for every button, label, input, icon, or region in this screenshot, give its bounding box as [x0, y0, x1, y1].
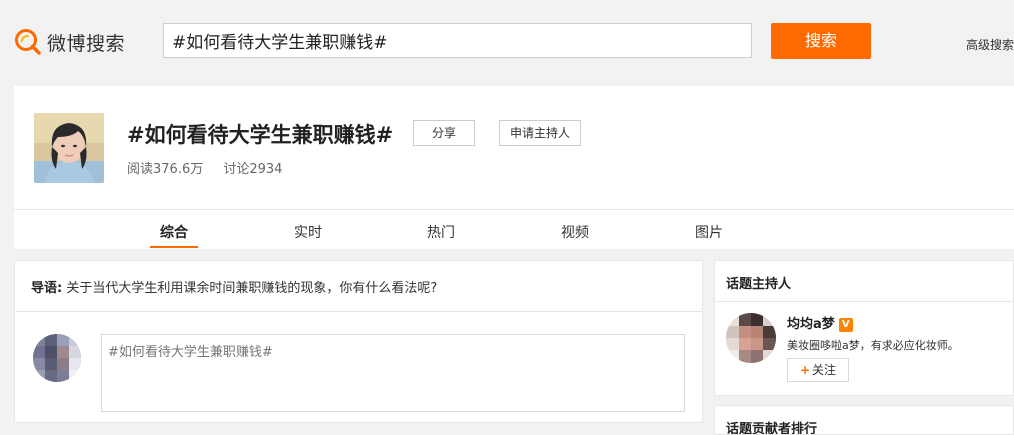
topic-stats: 阅读376.6万 讨论2934 [127, 158, 298, 177]
contributor-ranking-title: 话题贡献者排行 [726, 422, 818, 435]
pixelated-host-avatar-image [726, 313, 776, 363]
follow-label: 关注 [812, 363, 837, 377]
tab-images[interactable]: 图片 [695, 222, 723, 242]
verified-badge-icon: V [838, 318, 853, 332]
topic-cover-image[interactable] [34, 113, 104, 183]
main-feed-card: 导语: 关于当代大学生利用课余时间兼职赚钱的现象，你有什么看法呢? [14, 260, 703, 423]
topic-guide: 导语: 关于当代大学生利用课余时间兼职赚钱的现象，你有什么看法呢? [31, 277, 437, 296]
topic-cover-illustration [34, 113, 104, 183]
topic-host-card: 话题主持人 均均a梦 V 美妆圈哆啦a梦，有求必应化妆师。 + 关注 [714, 260, 1014, 396]
tab-realtime[interactable]: 实时 [294, 222, 322, 242]
active-tab-indicator [150, 246, 198, 248]
tab-hot[interactable]: 热门 [427, 222, 455, 242]
tabs-divider [14, 209, 1014, 210]
host-card-divider [715, 301, 1013, 302]
read-count: 阅读376.6万 [127, 162, 204, 177]
host-card-title: 话题主持人 [726, 277, 792, 292]
discussion-count: 讨论2934 [223, 162, 283, 177]
guide-divider [15, 311, 702, 312]
search-input[interactable] [164, 24, 751, 57]
host-avatar[interactable] [726, 313, 776, 363]
logo-text: 微博搜索 [47, 32, 126, 55]
contributor-ranking-card: 话题贡献者排行 [714, 405, 1014, 435]
plus-icon: + [799, 363, 811, 377]
search-button[interactable]: 搜索 [771, 23, 871, 59]
host-name[interactable]: 均均a梦 V [787, 313, 853, 332]
guide-label: 导语: [31, 281, 63, 296]
advanced-search-link[interactable]: 高级搜索 [966, 36, 1014, 53]
guide-text: 关于当代大学生利用课余时间兼职赚钱的现象，你有什么看法呢? [66, 281, 438, 296]
top-search-bar: 微博搜索 搜索 高级搜索 [0, 0, 1014, 86]
post-textarea[interactable] [102, 335, 684, 411]
host-name-text[interactable]: 均均a梦 [787, 317, 835, 332]
post-composer[interactable] [101, 334, 685, 412]
follow-button[interactable]: + 关注 [787, 358, 849, 382]
search-logo-icon [15, 29, 41, 55]
apply-host-button[interactable]: 申请主持人 [499, 120, 581, 146]
tab-comprehensive[interactable]: 综合 [160, 222, 188, 242]
host-description: 美妆圈哆啦a梦，有求必应化妆师。 [787, 339, 959, 352]
weibo-search-logo[interactable]: 微博搜索 [13, 26, 125, 58]
tab-video[interactable]: 视频 [561, 222, 589, 242]
share-button[interactable]: 分享 [413, 120, 475, 146]
topic-title: #如何看待大学生兼职赚钱# [127, 123, 394, 147]
topic-header-card: #如何看待大学生兼职赚钱# 分享 申请主持人 阅读376.6万 讨论2934 综… [14, 86, 1014, 249]
pixelated-avatar-image [33, 334, 81, 382]
search-input-wrapper[interactable] [163, 23, 752, 58]
current-user-avatar[interactable] [33, 334, 81, 382]
